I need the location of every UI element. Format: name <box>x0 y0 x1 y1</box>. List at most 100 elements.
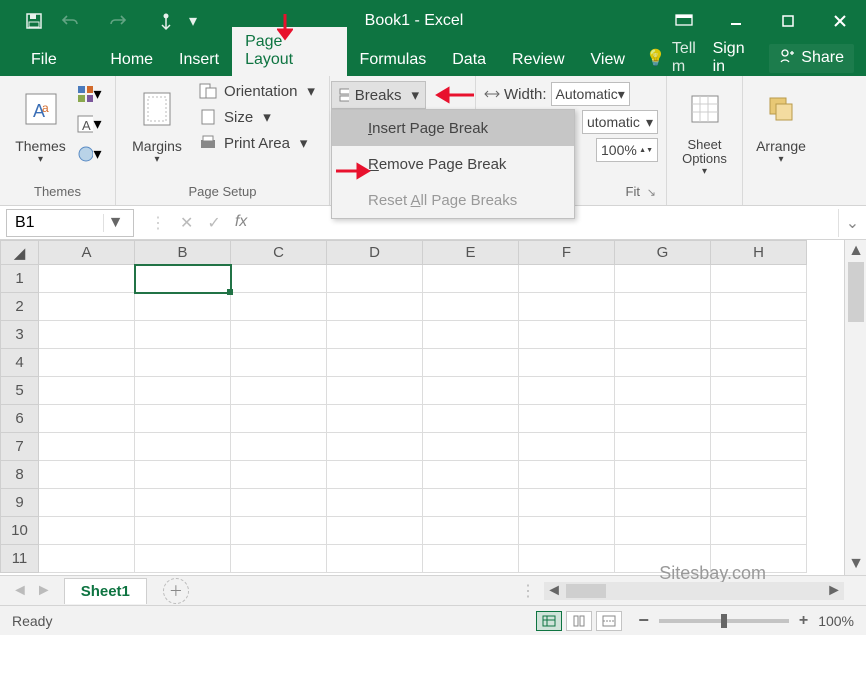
margins-icon <box>140 89 174 129</box>
scroll-right-icon[interactable]: ► <box>824 582 844 600</box>
annotation-arrow-breaks <box>434 86 474 104</box>
fx-icon[interactable]: fx <box>235 213 247 233</box>
zoom-slider[interactable] <box>659 619 789 623</box>
size-button[interactable]: Size▾ <box>194 106 319 128</box>
vertical-scrollbar[interactable]: ▲ ▼ <box>844 240 866 575</box>
fbar-separator: ⋮ <box>150 213 166 233</box>
scroll-thumb[interactable] <box>848 262 864 322</box>
dialog-launcher-icon[interactable]: ↘ <box>647 186 656 199</box>
ribbon: Aa Themes ▾ ▾ A▾ ▾ Themes Margins ▾ Orie… <box>0 76 866 206</box>
row-header[interactable]: 8 <box>1 461 39 489</box>
width-row[interactable]: Width:Automatic▾ <box>484 80 658 108</box>
save-icon[interactable] <box>18 7 50 35</box>
row-header[interactable]: 2 <box>1 293 39 321</box>
col-header[interactable]: B <box>135 241 231 265</box>
status-bar: Ready − + 100% <box>0 605 866 635</box>
size-icon <box>198 108 218 126</box>
colors-icon <box>76 84 94 104</box>
touch-mode-icon[interactable] <box>150 7 182 35</box>
themes-icon: Aa <box>22 90 60 128</box>
zoom-in-icon[interactable]: + <box>799 612 808 630</box>
zoom-control[interactable]: − + 100% <box>638 610 854 631</box>
select-all-cell[interactable]: ◢ <box>1 241 39 265</box>
zoom-out-icon[interactable]: − <box>638 610 649 631</box>
tab-formulas[interactable]: Formulas <box>347 45 440 76</box>
print-area-button[interactable]: Print Area▾ <box>194 132 319 154</box>
row-header[interactable]: 11 <box>1 545 39 573</box>
sign-in-link[interactable]: Sign in <box>713 40 760 76</box>
tab-review[interactable]: Review <box>499 45 577 76</box>
qat-customize-icon[interactable]: ▾ <box>186 7 200 35</box>
sheet-tab[interactable]: Sheet1 <box>64 578 147 604</box>
view-page-layout-icon[interactable] <box>566 611 592 631</box>
row-header[interactable]: 9 <box>1 489 39 517</box>
minimize-icon[interactable] <box>710 0 762 42</box>
row-header[interactable]: 1 <box>1 265 39 293</box>
tab-insert[interactable]: Insert <box>166 45 232 76</box>
hscroll-thumb[interactable] <box>566 584 606 598</box>
theme-colors-button[interactable]: ▾ <box>75 80 103 108</box>
redo-icon[interactable] <box>102 7 134 35</box>
row-header[interactable]: 10 <box>1 517 39 545</box>
view-page-break-icon[interactable] <box>596 611 622 631</box>
scroll-down-icon[interactable]: ▼ <box>845 553 866 575</box>
menu-insert-page-break[interactable]: Insert Page Break <box>332 110 574 146</box>
scroll-left-icon[interactable]: ◄ <box>544 582 564 600</box>
group-themes: Aa Themes ▾ ▾ A▾ ▾ Themes <box>0 76 116 205</box>
ribbon-display-icon[interactable] <box>658 0 710 42</box>
breaks-button[interactable]: Breaks ▾ <box>331 81 426 109</box>
cancel-icon[interactable]: ✕ <box>180 213 193 233</box>
split-handle[interactable]: ⋮ <box>520 581 544 601</box>
tab-home[interactable]: Home <box>97 45 166 76</box>
expand-formula-bar-icon[interactable]: ⌄ <box>838 209 866 237</box>
theme-fonts-button[interactable]: A▾ <box>75 110 103 138</box>
share-button[interactable]: Share <box>769 44 854 73</box>
undo-icon[interactable] <box>54 7 86 35</box>
col-header[interactable]: C <box>231 241 327 265</box>
tell-me[interactable]: 💡 Tell m <box>646 40 713 76</box>
menu-reset-page-breaks: Reset All Page Breaks <box>332 182 574 218</box>
name-box-input[interactable] <box>7 214 103 232</box>
width-icon <box>484 87 500 101</box>
margins-button[interactable]: Margins ▾ <box>126 80 188 165</box>
arrange-button[interactable]: Arrange ▾ <box>753 80 809 165</box>
title-bar: ▾ Book1 - Excel <box>0 0 866 42</box>
col-header[interactable]: D <box>327 241 423 265</box>
group-sheet-options: SheetOptions ▾ <box>667 76 743 205</box>
status-ready: Ready <box>12 613 52 629</box>
row-header[interactable]: 3 <box>1 321 39 349</box>
scroll-up-icon[interactable]: ▲ <box>845 240 866 262</box>
themes-button[interactable]: Aa Themes ▾ <box>13 80 69 168</box>
sheet-nav-next-icon[interactable]: ► <box>36 582 52 600</box>
spreadsheet-grid[interactable]: ◢ A B C D E F G H 1 2 3 4 5 6 7 8 9 10 1… <box>0 240 866 575</box>
row-header[interactable]: 4 <box>1 349 39 377</box>
zoom-level[interactable]: 100% <box>818 613 854 629</box>
sheet-options-button[interactable]: SheetOptions ▾ <box>671 80 739 177</box>
share-icon <box>779 48 795 69</box>
tab-data[interactable]: Data <box>439 45 499 76</box>
sheet-nav-prev-icon[interactable]: ◄ <box>12 582 28 600</box>
col-header[interactable]: E <box>423 241 519 265</box>
tab-file[interactable]: File <box>18 45 70 76</box>
row-header[interactable]: 7 <box>1 433 39 461</box>
orientation-icon <box>198 82 218 100</box>
active-cell[interactable] <box>135 265 231 293</box>
col-header[interactable]: F <box>519 241 615 265</box>
orientation-button[interactable]: Orientation▾ <box>194 80 319 102</box>
name-box-dropdown[interactable]: ▼ <box>103 214 127 232</box>
col-header[interactable]: A <box>39 241 135 265</box>
annotation-arrow-down <box>277 14 293 44</box>
maximize-icon[interactable] <box>762 0 814 42</box>
theme-effects-button[interactable]: ▾ <box>75 140 103 168</box>
add-sheet-button[interactable]: ＋ <box>163 578 189 604</box>
col-header[interactable]: H <box>711 241 807 265</box>
row-header[interactable]: 5 <box>1 377 39 405</box>
col-header[interactable]: G <box>615 241 711 265</box>
close-icon[interactable] <box>814 0 866 42</box>
enter-icon[interactable]: ✓ <box>207 213 220 233</box>
tab-view[interactable]: View <box>578 45 638 76</box>
view-normal-icon[interactable] <box>536 611 562 631</box>
name-box[interactable]: ▼ <box>6 209 134 237</box>
row-header[interactable]: 6 <box>1 405 39 433</box>
horizontal-scrollbar[interactable]: ◄ ► <box>544 582 844 600</box>
